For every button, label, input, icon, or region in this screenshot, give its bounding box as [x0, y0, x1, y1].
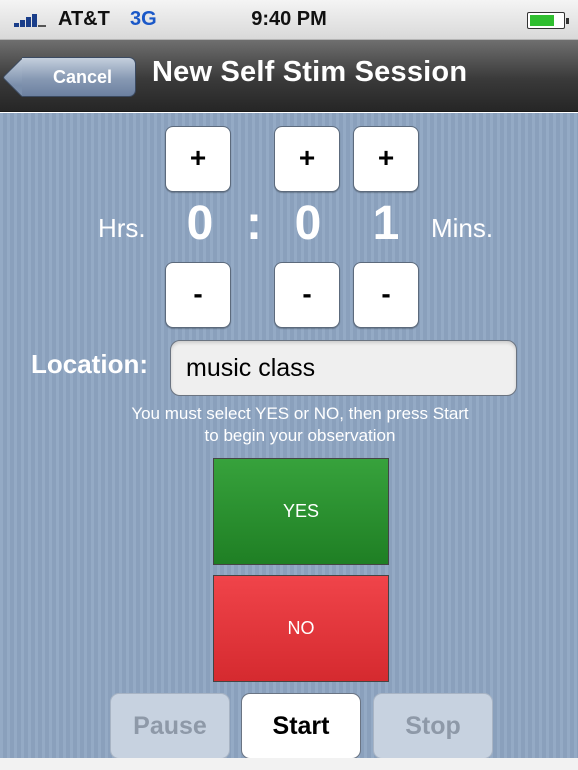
location-input[interactable]: music class	[170, 340, 517, 396]
location-label: Location:	[31, 349, 148, 379]
minutes-ones-increment-button[interactable]: +	[353, 126, 419, 192]
start-button[interactable]: Start	[241, 693, 361, 759]
hours-decrement-button[interactable]: -	[165, 262, 231, 328]
minutes-tens-digit: 0	[294, 197, 322, 250]
minutes-ones-digit: 1	[372, 197, 400, 250]
battery-icon	[527, 12, 569, 29]
instructions-text: You must select YES or NO, then press St…	[40, 403, 560, 447]
stop-button[interactable]: Stop	[373, 693, 493, 759]
bottom-edge	[0, 758, 578, 770]
hours-increment-button[interactable]: +	[165, 126, 231, 192]
status-time: 9:40 PM	[251, 8, 327, 30]
minutes-label: Mins.	[431, 213, 494, 243]
minutes-tens-increment-button[interactable]: +	[274, 126, 340, 192]
minutes-tens-decrement-button[interactable]: -	[274, 262, 340, 328]
main-content: + + + Hrs. 0 : 0 1 Mins. - - - Location:…	[0, 113, 578, 770]
no-button[interactable]: NO	[213, 575, 389, 682]
pause-button[interactable]: Pause	[110, 693, 230, 759]
hours-label: Hrs.	[98, 213, 146, 243]
time-separator: :	[246, 197, 262, 250]
instructions-line-2: to begin your observation	[204, 426, 396, 445]
yes-button[interactable]: YES	[213, 458, 389, 565]
page-title: New Self Stim Session	[152, 56, 468, 88]
hours-digit: 0	[186, 197, 214, 250]
cancel-button[interactable]: Cancel	[22, 57, 136, 97]
minutes-ones-decrement-button[interactable]: -	[353, 262, 419, 328]
navigation-bar: Cancel New Self Stim Session	[0, 40, 578, 112]
status-bar: AT&T 3G 9:40 PM	[0, 0, 578, 40]
instructions-line-1: You must select YES or NO, then press St…	[131, 404, 469, 423]
